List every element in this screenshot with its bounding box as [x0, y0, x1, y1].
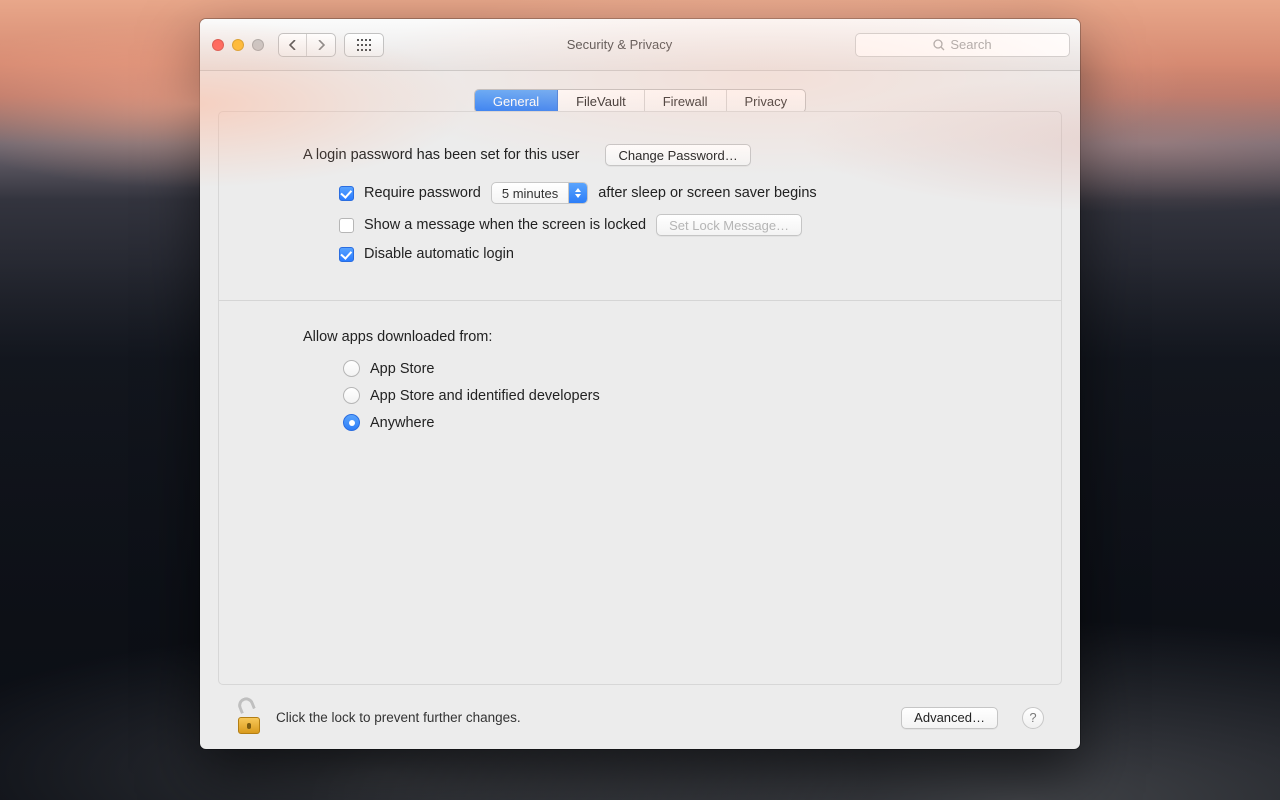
tab-firewall[interactable]: Firewall	[645, 90, 727, 112]
show-all-button[interactable]	[344, 33, 384, 57]
close-window-button[interactable]	[212, 39, 224, 51]
require-password-label-after: after sleep or screen saver begins	[598, 185, 816, 201]
lock-body-icon	[238, 717, 260, 734]
allow-apps-heading: Allow apps downloaded from:	[303, 329, 492, 345]
advanced-button[interactable]: Advanced…	[901, 707, 998, 729]
window-title: Security & Privacy	[567, 37, 672, 52]
set-lock-message-button: Set Lock Message…	[656, 214, 802, 236]
help-icon: ?	[1029, 710, 1036, 725]
footer: Click the lock to prevent further change…	[218, 685, 1062, 749]
tab-label: General	[493, 94, 539, 109]
allow-apps-option-label: App Store and identified developers	[370, 388, 600, 404]
disable-auto-login-checkbox[interactable]	[339, 247, 354, 262]
allow-apps-option-label: Anywhere	[370, 415, 434, 431]
require-password-delay-select[interactable]: 5 minutes	[491, 182, 588, 204]
lock-button[interactable]	[236, 702, 262, 734]
tab-label: Privacy	[745, 94, 788, 109]
search-placeholder: Search	[950, 37, 991, 52]
lock-hint-text: Click the lock to prevent further change…	[276, 710, 887, 725]
chevron-right-icon	[317, 40, 325, 50]
stepper-icon	[568, 183, 587, 203]
disable-auto-login-label: Disable automatic login	[364, 246, 514, 262]
show-lock-message-checkbox[interactable]	[339, 218, 354, 233]
login-password-status: A login password has been set for this u…	[303, 147, 579, 163]
chevron-left-icon	[289, 40, 297, 50]
allow-apps-radio-anywhere[interactable]	[343, 414, 360, 431]
traffic-lights	[212, 39, 264, 51]
nav-back-forward	[278, 33, 336, 57]
tab-label: Firewall	[663, 94, 708, 109]
tab-label: FileVault	[576, 94, 626, 109]
help-button[interactable]: ?	[1022, 707, 1044, 729]
show-lock-message-label: Show a message when the screen is locked	[364, 217, 646, 233]
search-field[interactable]: Search	[855, 33, 1070, 57]
content-area: General FileVault Firewall Privacy A log…	[200, 71, 1080, 749]
tab-general[interactable]: General	[475, 90, 558, 112]
change-password-button[interactable]: Change Password…	[605, 144, 750, 166]
allow-apps-radio-appstore[interactable]	[343, 360, 360, 377]
grid-icon	[357, 39, 371, 51]
search-icon	[933, 39, 945, 51]
minimize-window-button[interactable]	[232, 39, 244, 51]
require-password-checkbox[interactable]	[339, 186, 354, 201]
require-password-label-before: Require password	[364, 185, 481, 201]
tab-filevault[interactable]: FileVault	[558, 90, 645, 112]
select-value: 5 minutes	[492, 186, 568, 201]
allow-apps-radio-identified[interactable]	[343, 387, 360, 404]
toolbar: Security & Privacy Search	[200, 19, 1080, 71]
tab-privacy[interactable]: Privacy	[727, 90, 806, 112]
allow-apps-option-label: App Store	[370, 361, 435, 377]
tab-bar: General FileVault Firewall Privacy	[218, 89, 1062, 113]
forward-button[interactable]	[307, 34, 335, 56]
general-panel: A login password has been set for this u…	[218, 111, 1062, 685]
back-button[interactable]	[279, 34, 307, 56]
zoom-window-button	[252, 39, 264, 51]
preferences-window: Security & Privacy Search General FileVa…	[200, 19, 1080, 749]
lock-open-icon	[236, 695, 256, 714]
